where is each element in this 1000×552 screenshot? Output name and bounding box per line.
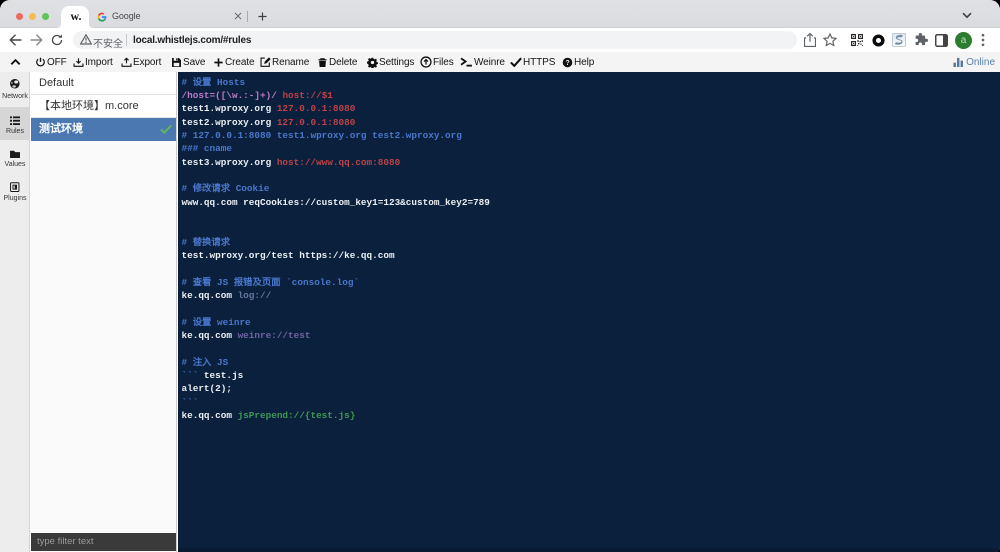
svg-text:?: ? — [565, 59, 569, 66]
